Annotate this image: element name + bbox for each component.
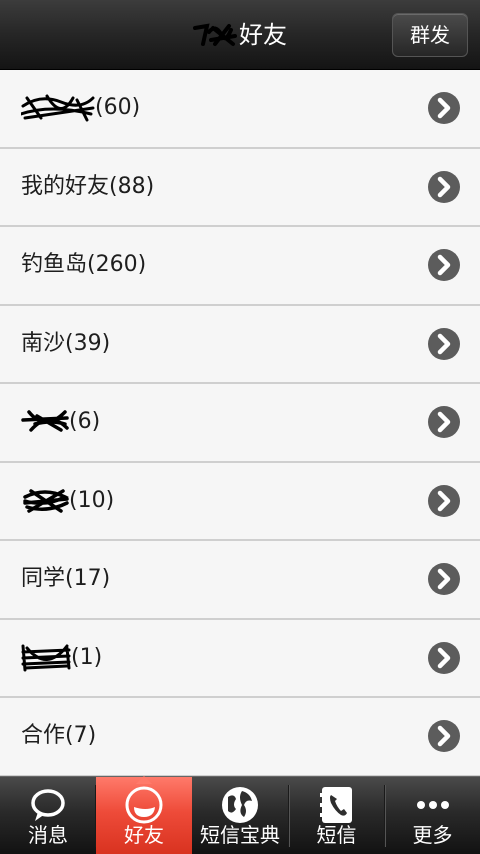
redacted-scribble xyxy=(193,22,237,48)
group-label: (6) xyxy=(21,384,100,460)
chevron-right-icon xyxy=(428,327,460,360)
group-label: 我的好友(88) xyxy=(21,173,155,199)
page-title-text: 好友 xyxy=(239,21,287,49)
list-item[interactable]: (60) xyxy=(0,70,480,149)
top-bar: 好友 群发 xyxy=(0,0,480,70)
bottom-tab-bar: 消息 好友 短信宝典 短信 更多 xyxy=(0,776,480,854)
group-send-button[interactable]: 群发 xyxy=(392,13,468,57)
list-item[interactable]: (1) xyxy=(0,619,480,698)
redacted-scribble xyxy=(21,471,69,513)
chevron-right-icon xyxy=(428,92,460,124)
chat-bubble-icon xyxy=(28,785,68,825)
friend-group-list: (60) 我的好友(88) 钓鱼岛(260) 南沙(39) (6) (10) 同… xyxy=(0,70,480,777)
tab-friends[interactable]: 好友 xyxy=(96,776,192,854)
more-dots-icon xyxy=(413,785,453,825)
list-item[interactable]: (6) xyxy=(0,384,480,463)
redacted-scribble xyxy=(21,392,69,432)
group-label: 南沙(39) xyxy=(21,330,111,356)
globe-icon xyxy=(220,785,260,825)
group-label: (60) xyxy=(19,70,140,146)
list-item[interactable]: (10) xyxy=(0,462,480,541)
sms-phone-icon xyxy=(317,785,357,825)
active-tab-notch xyxy=(136,769,152,784)
chevron-right-icon xyxy=(428,641,460,674)
chevron-right-icon xyxy=(428,720,460,752)
group-label: 合作(7) xyxy=(21,723,97,748)
list-item[interactable]: 我的好友(88) xyxy=(0,148,480,227)
tab-sms-collection[interactable]: 短信宝典 xyxy=(192,777,288,854)
group-label: (10) xyxy=(21,463,114,539)
chevron-right-icon xyxy=(428,249,460,281)
friends-icon xyxy=(124,785,164,825)
chevron-right-icon xyxy=(428,484,460,517)
redacted-scribble xyxy=(21,628,71,671)
redacted-scribble xyxy=(19,78,95,122)
tab-messages[interactable]: 消息 xyxy=(0,777,96,854)
list-item[interactable]: 合作(7) xyxy=(0,698,480,777)
list-item[interactable]: 钓鱼岛(260) xyxy=(0,227,480,306)
chevron-right-icon xyxy=(428,406,460,438)
chevron-right-icon xyxy=(428,170,460,203)
group-label: (1) xyxy=(21,620,102,696)
tab-more[interactable]: 更多 xyxy=(385,777,480,854)
chevron-right-icon xyxy=(428,563,460,595)
list-item[interactable]: 同学(17) xyxy=(0,541,480,620)
tab-sms[interactable]: 短信 xyxy=(289,777,384,854)
group-label: 钓鱼岛(260) xyxy=(21,252,147,277)
group-label: 同学(17) xyxy=(21,566,111,591)
list-item[interactable]: 南沙(39) xyxy=(0,305,480,384)
